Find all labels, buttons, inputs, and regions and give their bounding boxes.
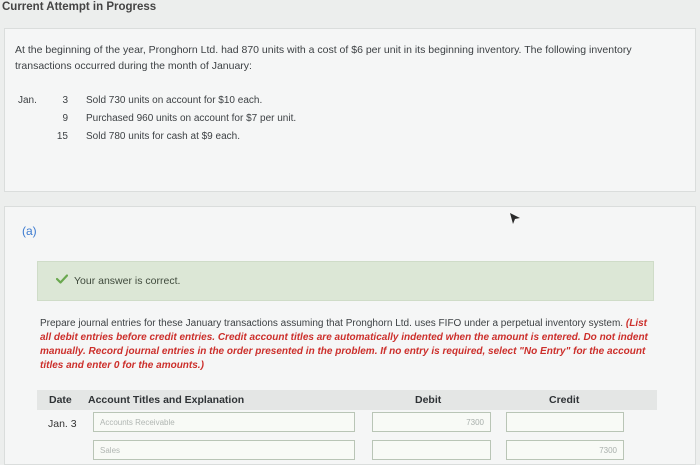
header-account: Account Titles and Explanation (88, 394, 245, 406)
transaction-day: 9 (62, 113, 68, 124)
page-title: Current Attempt in Progress (2, 1, 157, 13)
credit-input[interactable] (506, 412, 624, 432)
debit-input[interactable] (372, 440, 491, 460)
transaction-description: Sold 730 units on account for $10 each. (86, 95, 263, 106)
check-icon (56, 274, 68, 284)
transaction-description: Sold 780 units for cash at $9 each. (86, 131, 240, 142)
header-date: Date (49, 394, 72, 406)
instructions: Prepare journal entries for these Januar… (40, 317, 655, 373)
credit-input[interactable] (506, 440, 624, 460)
transaction-day: 15 (56, 131, 68, 142)
debit-input[interactable] (372, 412, 491, 432)
problem-statement: At the beginning of the year, Pronghorn … (15, 44, 632, 72)
transaction-day: 3 (62, 95, 68, 106)
part-label: (a) (22, 224, 37, 238)
journal-table-header: Date Account Titles and Explanation Debi… (37, 390, 657, 410)
problem-panel: At the beginning of the year, Pronghorn … (4, 28, 696, 192)
header-debit: Debit (415, 394, 442, 406)
transaction-month: Jan. (18, 95, 37, 106)
account-title-input[interactable] (93, 440, 355, 460)
journal-date: Jan. 3 (48, 418, 77, 430)
instructions-main: Prepare journal entries for these Januar… (40, 318, 624, 329)
transaction-description: Purchased 960 units on account for $7 pe… (86, 113, 297, 124)
answer-status-banner: Your answer is correct. (37, 261, 654, 301)
account-title-input[interactable] (93, 412, 355, 432)
cursor-icon (510, 213, 520, 224)
answer-status-text: Your answer is correct. (74, 275, 181, 287)
header-credit: Credit (549, 394, 580, 406)
